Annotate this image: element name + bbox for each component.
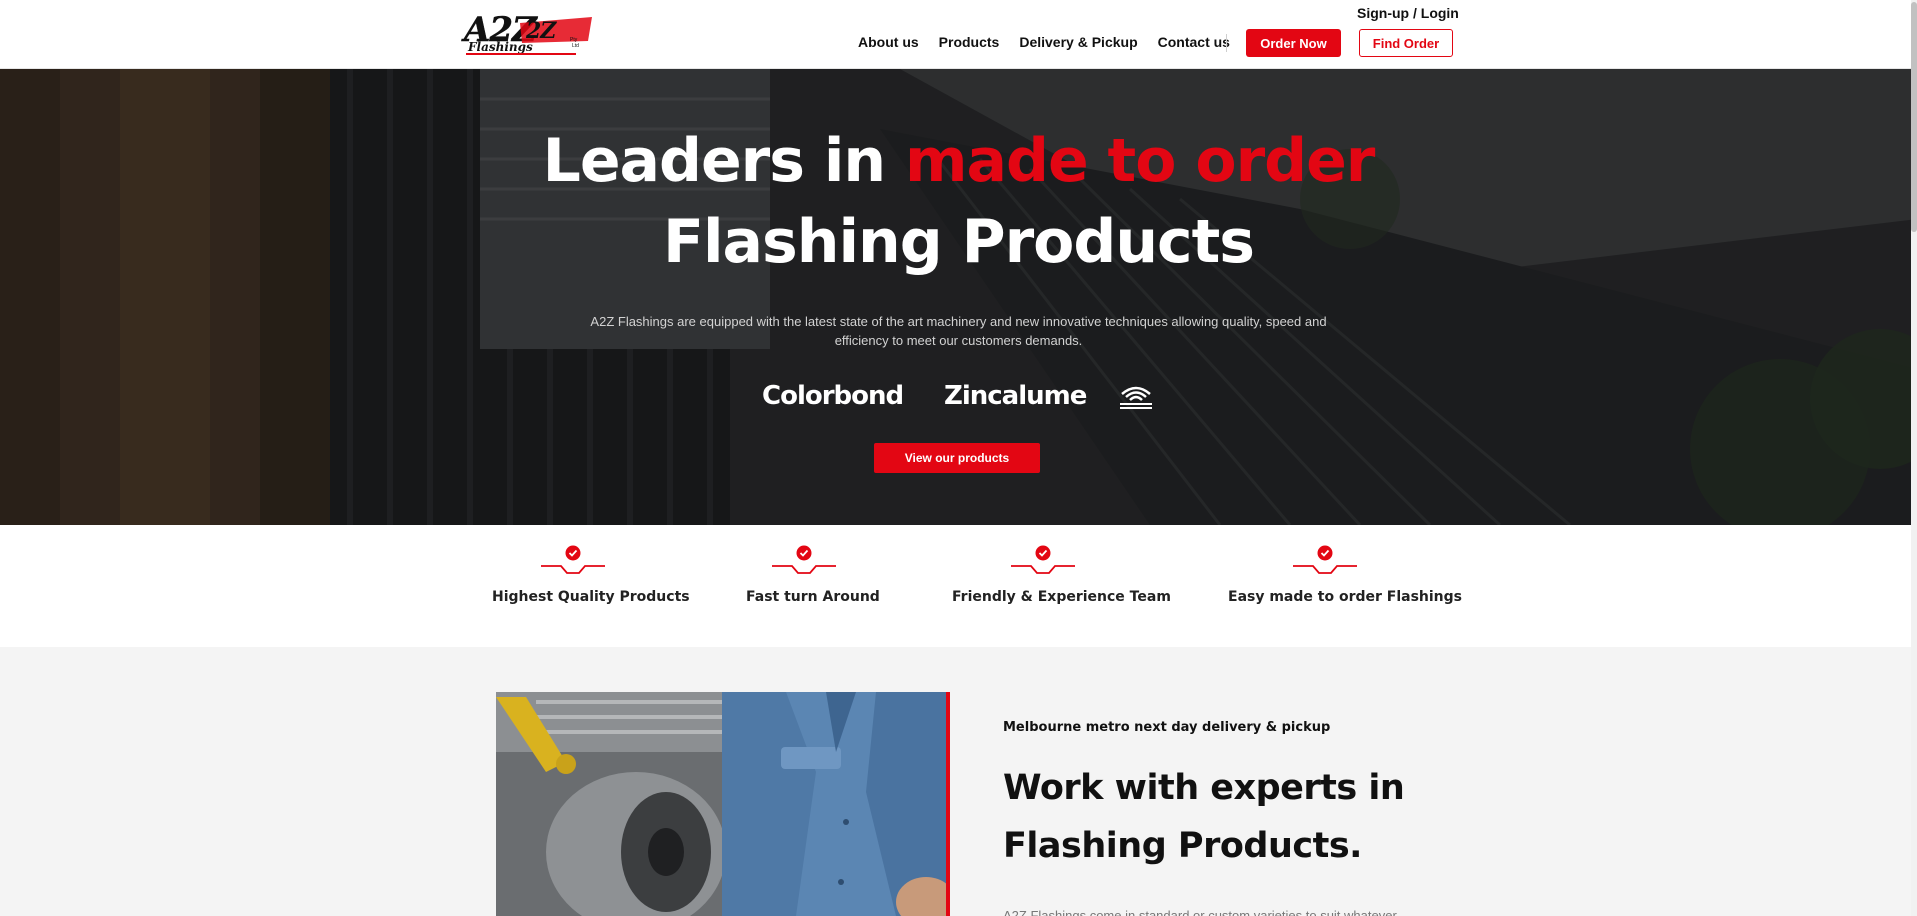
site-logo[interactable]: A2Z 2Z Flashings Pty Ltd	[460, 10, 595, 55]
image-accent-bar	[946, 692, 950, 916]
about-title-line2: Flashing Products.	[1003, 826, 1362, 866]
about-image	[496, 692, 950, 916]
about-body-text: A2Z Flashings come in standard or custom…	[1003, 908, 1397, 916]
feature-label: Fast turn Around	[746, 589, 880, 605]
check-circle-icon	[1293, 545, 1357, 579]
hero-title-part1: Leaders in	[542, 126, 906, 196]
order-now-button[interactable]: Order Now	[1246, 29, 1341, 57]
logo-icon: A2Z 2Z Flashings Pty Ltd	[461, 10, 592, 55]
check-circle-icon	[541, 545, 605, 579]
features-strip: Highest Quality Products Fast turn Aroun…	[0, 525, 1917, 647]
scrollbar-thumb[interactable]	[1911, 2, 1917, 232]
hero-title: Leaders in made to order	[0, 121, 1917, 201]
nav-contact[interactable]: Contact us	[1158, 34, 1230, 50]
svg-text:Flashings: Flashings	[467, 40, 533, 54]
svg-text:Ltd: Ltd	[572, 43, 579, 49]
zincalume-logo: Zincalume	[944, 381, 1087, 411]
signup-login-link[interactable]: Sign-up / Login	[1357, 5, 1459, 21]
hero-subtitle: A2Z Flashings are equipped with the late…	[590, 314, 1327, 348]
about-kicker: Melbourne metro next day delivery & pick…	[1003, 720, 1331, 735]
check-circle-icon	[772, 545, 836, 579]
nav-about[interactable]: About us	[858, 34, 919, 50]
workshop-photo	[496, 692, 950, 916]
about-title-line1: Work with experts in	[1003, 768, 1405, 808]
feature-label: Highest Quality Products	[492, 589, 690, 605]
page-scrollbar[interactable]	[1911, 0, 1917, 916]
bluescope-icon	[1120, 386, 1152, 409]
check-circle-icon	[1011, 545, 1075, 579]
feature-item: Easy made to order Flashings	[1228, 545, 1463, 605]
find-order-button[interactable]: Find Order	[1359, 29, 1453, 57]
bluescope-logo	[1118, 382, 1154, 412]
view-products-button[interactable]: View our products	[874, 443, 1040, 473]
site-header: A2Z 2Z Flashings Pty Ltd Sign-up / Login…	[0, 0, 1917, 69]
main-nav: About us Products Delivery & Pickup Cont…	[858, 34, 1250, 50]
hero-title-highlight: made to order	[905, 126, 1375, 196]
feature-item: Fast turn Around	[746, 545, 880, 605]
colorbond-logo: Colorbond	[762, 381, 904, 411]
feature-label: Friendly & Experience Team	[952, 589, 1171, 605]
nav-divider	[1226, 34, 1227, 52]
hero-title-line2: Flashing Products	[663, 207, 1255, 277]
feature-label: Easy made to order Flashings	[1228, 589, 1463, 605]
nav-delivery[interactable]: Delivery & Pickup	[1019, 34, 1137, 50]
about-section: Melbourne metro next day delivery & pick…	[0, 647, 1917, 916]
feature-item: Highest Quality Products	[492, 545, 690, 605]
feature-item: Friendly & Experience Team	[952, 545, 1171, 605]
nav-products[interactable]: Products	[939, 34, 1000, 50]
hero-section: Leaders in made to order Flashing Produc…	[0, 69, 1917, 525]
about-title: Work with experts in Flashing Products.	[1003, 759, 1563, 875]
